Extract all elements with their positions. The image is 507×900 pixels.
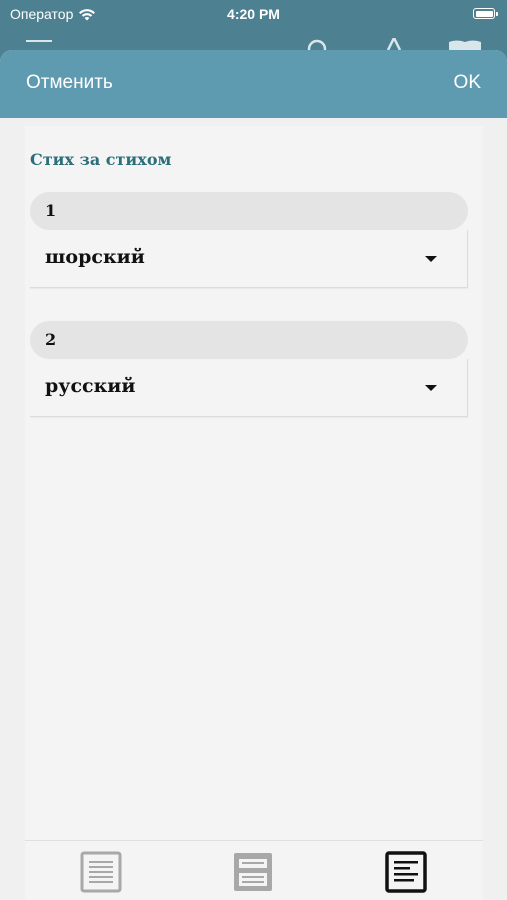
dropdown-value: шорский bbox=[45, 246, 145, 268]
battery-icon bbox=[473, 8, 498, 19]
search-icon bbox=[307, 39, 327, 50]
two-pane-icon[interactable] bbox=[232, 851, 274, 893]
status-bar: Оператор 4:20 PM bbox=[0, 0, 507, 30]
verse-by-verse-sheet: Отменить OK Стих за стихом 1 шорский 2 р… bbox=[0, 50, 507, 900]
settings-content: Стих за стихом 1 шорский 2 русский bbox=[25, 126, 483, 840]
dropdown-value: русский bbox=[45, 375, 136, 397]
menu-icon bbox=[26, 40, 52, 42]
verse-by-verse-icon[interactable] bbox=[385, 851, 427, 893]
chevron-down-icon bbox=[425, 256, 437, 262]
bottom-tab-bar bbox=[25, 840, 483, 900]
sheet-header: Отменить OK bbox=[0, 50, 507, 118]
section-title: Стих за стихом bbox=[30, 150, 172, 169]
language-dropdown-2[interactable]: русский bbox=[30, 359, 468, 417]
cancel-button[interactable]: Отменить bbox=[26, 72, 113, 94]
status-time: 4:20 PM bbox=[227, 6, 280, 22]
book-icon bbox=[449, 40, 481, 50]
row-number-label: 2 bbox=[30, 321, 468, 359]
language-dropdown-1[interactable]: шорский bbox=[30, 230, 468, 288]
single-pane-icon[interactable] bbox=[80, 851, 122, 893]
chevron-down-icon bbox=[425, 385, 437, 391]
row-number-label: 1 bbox=[30, 192, 468, 230]
font-size-icon bbox=[386, 38, 402, 50]
ok-button[interactable]: OK bbox=[454, 72, 481, 94]
